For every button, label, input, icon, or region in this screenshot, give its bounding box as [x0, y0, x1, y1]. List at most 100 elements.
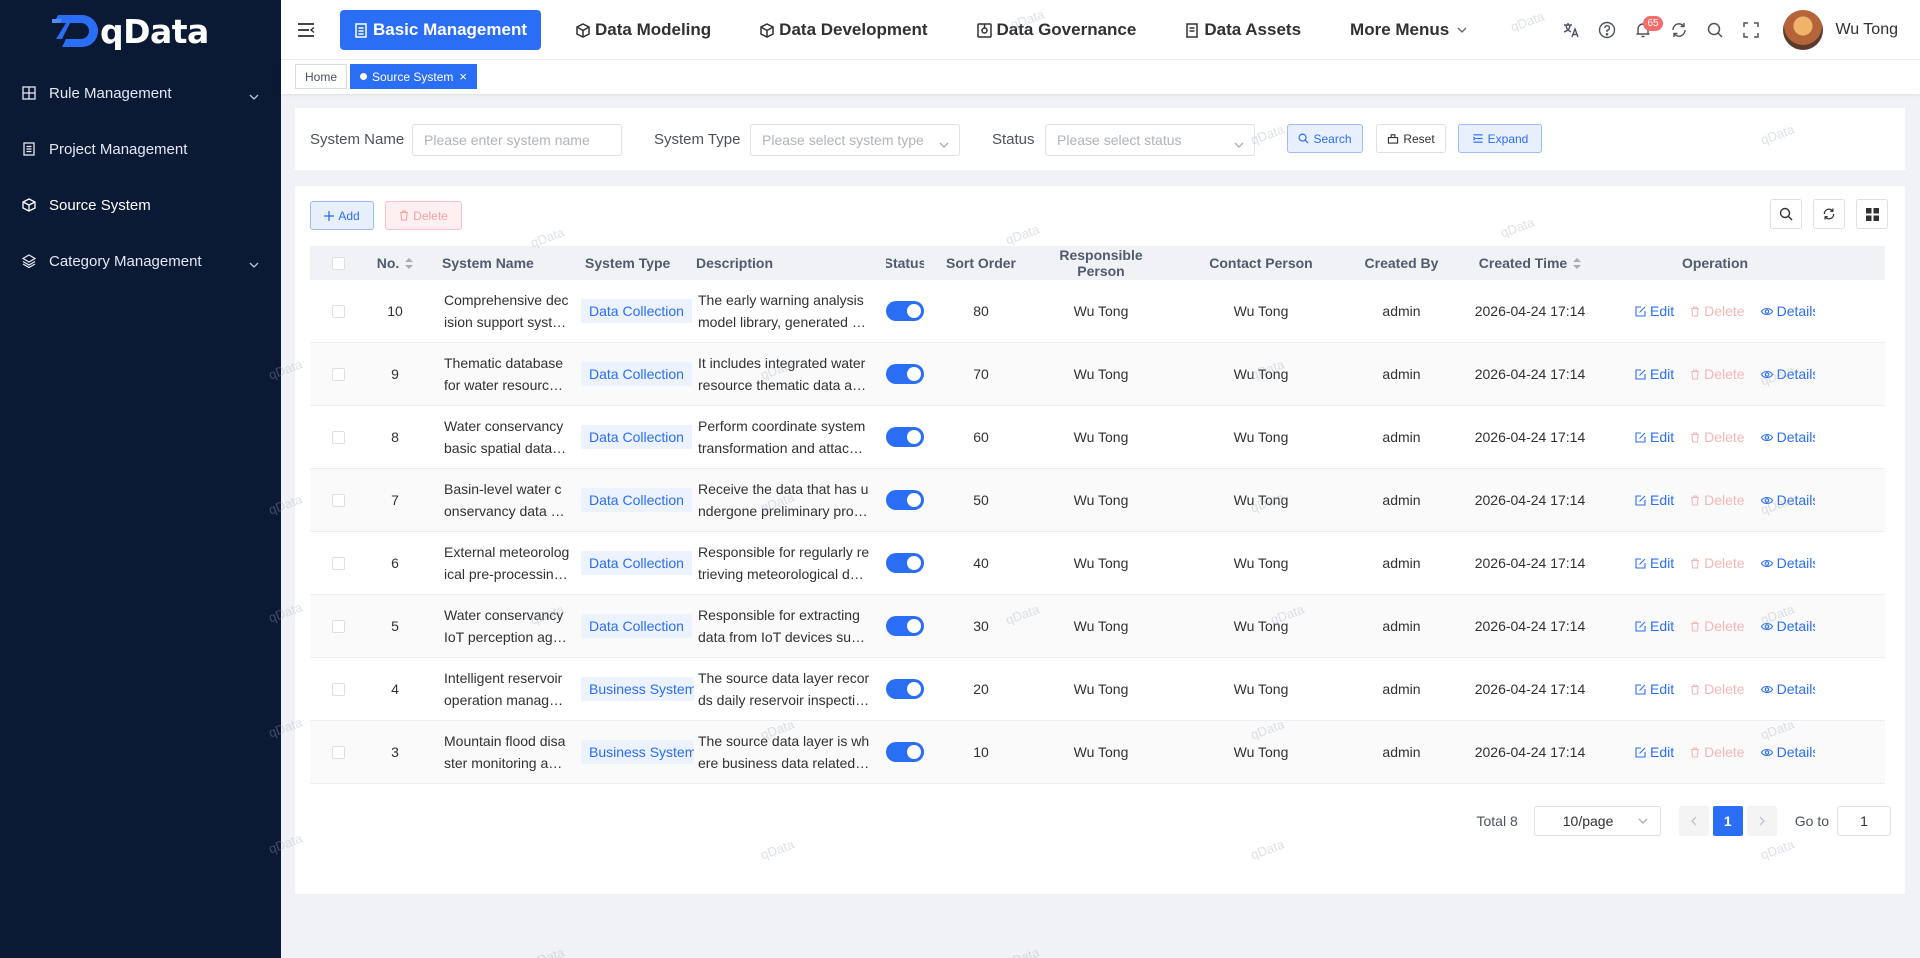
- row-select[interactable]: [310, 619, 366, 633]
- row-delete-button[interactable]: Delete: [1690, 681, 1745, 697]
- nav-data-development[interactable]: Data Development: [746, 10, 941, 50]
- user-name[interactable]: Wu Tong: [1835, 21, 1898, 39]
- table-search-button[interactable]: [1770, 199, 1802, 229]
- row-delete-button[interactable]: Delete: [1690, 744, 1745, 760]
- details-button[interactable]: Details: [1760, 618, 1815, 634]
- row-select[interactable]: [310, 745, 366, 759]
- next-page-button[interactable]: [1746, 806, 1777, 836]
- status-toggle[interactable]: [886, 427, 924, 447]
- checkbox[interactable]: [331, 682, 345, 696]
- sidebar-item-project-management[interactable]: Project Management: [0, 121, 281, 177]
- close-icon[interactable]: ×: [459, 69, 467, 84]
- status-toggle[interactable]: [886, 490, 924, 510]
- checkbox[interactable]: [331, 304, 345, 318]
- edit-button[interactable]: Edit: [1635, 555, 1674, 571]
- edit-button[interactable]: Edit: [1635, 744, 1674, 760]
- details-button[interactable]: Details: [1760, 492, 1815, 508]
- edit-button[interactable]: Edit: [1635, 618, 1674, 634]
- status-toggle[interactable]: [886, 679, 924, 699]
- row-select[interactable]: [310, 493, 366, 507]
- sort-icon[interactable]: [1573, 257, 1582, 269]
- nav-data-assets[interactable]: Data Assets: [1171, 10, 1315, 50]
- tag-home[interactable]: Home: [295, 64, 348, 89]
- add-button[interactable]: Add: [310, 201, 374, 230]
- status-select[interactable]: Please select status: [1045, 124, 1255, 156]
- checkbox[interactable]: [331, 619, 345, 633]
- avatar[interactable]: [1783, 10, 1824, 50]
- details-button[interactable]: Details: [1760, 681, 1815, 697]
- edit-button[interactable]: Edit: [1635, 366, 1674, 382]
- edit-button[interactable]: Edit: [1635, 492, 1674, 508]
- status-toggle[interactable]: [886, 742, 924, 762]
- cell-no: 10: [366, 303, 424, 319]
- column-settings-button[interactable]: [1856, 199, 1888, 229]
- status-toggle[interactable]: [886, 616, 924, 636]
- edit-button[interactable]: Edit: [1635, 681, 1674, 697]
- row-delete-button[interactable]: Delete: [1690, 429, 1745, 445]
- row-select[interactable]: [310, 367, 366, 381]
- nav-more-menus[interactable]: More Menus: [1336, 10, 1481, 50]
- cell-responsible: Wu Tong: [1038, 618, 1164, 634]
- status-toggle[interactable]: [886, 301, 924, 321]
- row-delete-button[interactable]: Delete: [1690, 618, 1745, 634]
- header-select-all[interactable]: [310, 256, 366, 270]
- row-select[interactable]: [310, 682, 366, 696]
- nav-basic-management[interactable]: Basic Management: [340, 10, 541, 50]
- details-button[interactable]: Details: [1760, 555, 1815, 571]
- translate-icon[interactable]: [1553, 12, 1589, 48]
- expand-button[interactable]: Expand: [1458, 124, 1542, 153]
- nav-data-governance[interactable]: Data Governance: [963, 10, 1151, 50]
- details-button[interactable]: Details: [1760, 303, 1815, 319]
- checkbox[interactable]: [331, 367, 345, 381]
- header-created-time[interactable]: Created Time: [1445, 255, 1615, 271]
- reset-button[interactable]: Reset: [1376, 124, 1446, 153]
- sort-icon[interactable]: [405, 257, 414, 269]
- search-button[interactable]: Search: [1287, 124, 1363, 153]
- checkbox[interactable]: [331, 556, 345, 570]
- status-toggle[interactable]: [886, 553, 924, 573]
- header-no[interactable]: No.: [366, 255, 424, 271]
- chevron-down-icon: [1234, 135, 1244, 151]
- details-button[interactable]: Details: [1760, 366, 1815, 382]
- menu-toggle-icon[interactable]: [297, 22, 315, 43]
- page-number-1[interactable]: 1: [1712, 806, 1743, 836]
- status-toggle[interactable]: [886, 364, 924, 384]
- sidebar-item-category-management[interactable]: Category Management: [0, 233, 281, 289]
- system-name-input[interactable]: Please enter system name: [412, 124, 622, 156]
- delete-button[interactable]: Delete: [385, 201, 462, 230]
- row-select[interactable]: [310, 304, 366, 318]
- help-icon[interactable]: [1589, 12, 1625, 48]
- search-icon[interactable]: [1697, 12, 1733, 48]
- checkbox[interactable]: [331, 256, 345, 270]
- nav-data-modeling[interactable]: Data Modeling: [562, 10, 725, 50]
- checkbox[interactable]: [331, 745, 345, 759]
- edit-button[interactable]: Edit: [1635, 429, 1674, 445]
- row-select[interactable]: [310, 556, 366, 570]
- refresh-icon[interactable]: [1661, 12, 1697, 48]
- row-delete-button[interactable]: Delete: [1690, 366, 1745, 382]
- cell-text: It includes integrated water resource the…: [698, 352, 866, 396]
- checkbox[interactable]: [331, 493, 345, 507]
- row-delete-button[interactable]: Delete: [1690, 303, 1745, 319]
- row-select[interactable]: [310, 430, 366, 444]
- prev-page-button[interactable]: [1678, 806, 1709, 836]
- checkbox[interactable]: [331, 430, 345, 444]
- edit-button[interactable]: Edit: [1635, 303, 1674, 319]
- details-button[interactable]: Details: [1760, 744, 1815, 760]
- system-type-select[interactable]: Please select system type: [750, 124, 960, 156]
- sidebar-item-rule-management[interactable]: Rule Management: [0, 65, 281, 121]
- logo[interactable]: qData: [0, 0, 281, 62]
- fullscreen-icon[interactable]: [1733, 12, 1769, 48]
- tag-source-system[interactable]: Source System ×: [350, 64, 477, 89]
- details-button[interactable]: Details: [1760, 429, 1815, 445]
- goto-page-input[interactable]: 1: [1837, 806, 1891, 836]
- cell-system-type: Data Collection: [581, 425, 694, 449]
- sidebar-item-source-system[interactable]: Source System: [0, 177, 281, 233]
- table-refresh-button[interactable]: [1813, 199, 1845, 229]
- row-delete-button[interactable]: Delete: [1690, 492, 1745, 508]
- bell-icon[interactable]: 65: [1625, 12, 1663, 48]
- cell-text: Thematic database for water resourc…: [444, 352, 563, 396]
- row-delete-button[interactable]: Delete: [1690, 555, 1745, 571]
- page-size-select[interactable]: 10/page: [1533, 806, 1661, 836]
- governance-icon: [976, 22, 992, 38]
